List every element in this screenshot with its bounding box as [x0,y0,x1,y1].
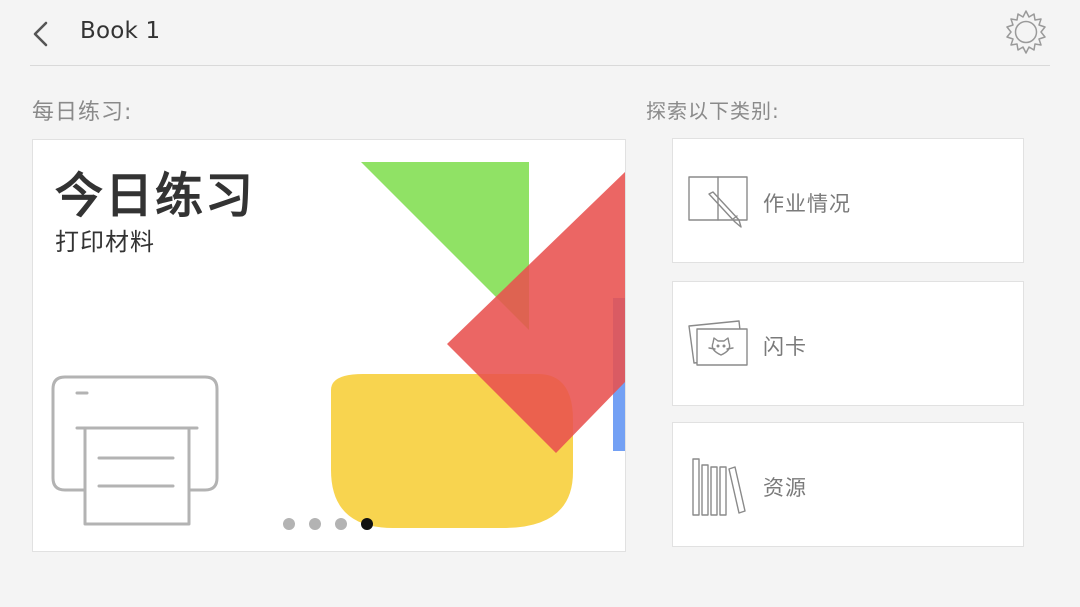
category-label: 资源 [763,476,807,500]
top-bar: Book 1 [0,0,1080,66]
category-flashcards-card[interactable]: 闪卡 [672,281,1024,406]
practice-title: 今日练习 [55,168,256,224]
chevron-left-icon [33,21,48,47]
category-resources-card[interactable]: 资源 [672,422,1024,547]
gear-icon [1006,10,1046,54]
carousel-dot[interactable] [283,518,295,530]
settings-button[interactable] [1001,7,1051,57]
books-icon [692,458,746,516]
practice-subtitle: 打印材料 [55,228,155,256]
carousel-dot[interactable] [335,518,347,530]
carousel-dots [283,516,373,532]
page-title: Book 1 [80,18,161,44]
notebook-pencil-icon [688,176,748,228]
category-label: 作业情况 [763,192,851,216]
flashcards-cat-icon [688,320,748,366]
daily-practice-card[interactable]: 今日练习 打印材料 [32,139,626,552]
carousel-dot-active[interactable] [361,518,373,530]
daily-practice-label: 每日练习: [32,100,133,125]
header-divider [30,65,1050,66]
printer-icon [51,375,219,526]
category-homework-card[interactable]: 作业情况 [672,138,1024,263]
explore-categories-label: 探索以下类别: [646,99,780,123]
back-button[interactable] [26,14,60,54]
category-label: 闪卡 [763,335,807,359]
app-screen: Book 1 每日练习: 探索以下类别: 今日练习 打印材料 作业情况 闪卡 资… [0,0,1080,607]
carousel-dot[interactable] [309,518,321,530]
